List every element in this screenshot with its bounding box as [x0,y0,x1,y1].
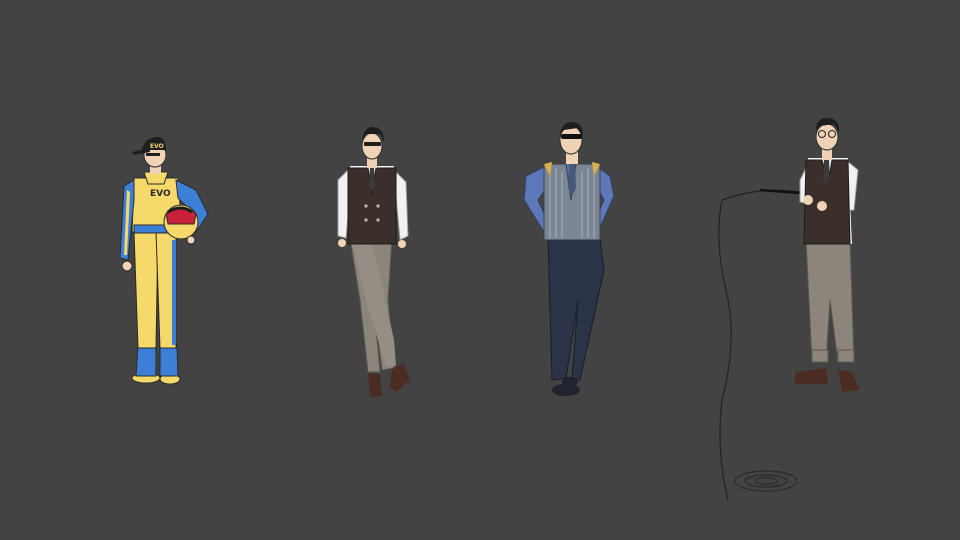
scene: EVO EVO [0,0,960,540]
gentleman-figure [337,126,410,397]
suit-logo-text: EVO [150,189,171,199]
sunglasses-man-figure [523,122,615,396]
scene-canvas: EVO EVO [119,118,860,501]
water-ripple [734,470,798,492]
racing-driver-figure: EVO EVO [119,136,209,385]
cap-logo-text: EVO [150,143,164,150]
fisherman-figure [718,118,860,501]
fishing-line [718,189,801,501]
